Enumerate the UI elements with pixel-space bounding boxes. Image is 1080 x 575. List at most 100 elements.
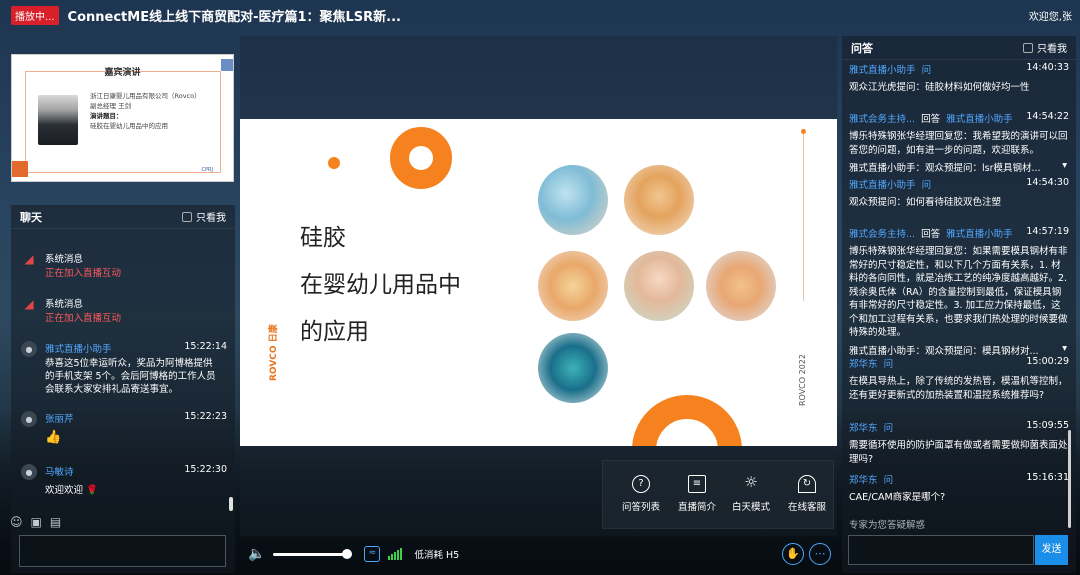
guest-speaker-card: 嘉宾演讲 浙江日康婴儿用品有限公司（Rovco） 副总经理 王剑 演讲题目： 硅… [11,54,234,182]
chat-bubble-icon: ● [21,464,37,480]
qa-text: 观众江光虎提问：硅胶材料如何做好均一性 [849,82,1030,93]
chat-header: 聊天 只看我 [11,205,235,229]
only-me-label: 只看我 [1037,44,1067,55]
qa-list-button[interactable]: ? 问答列表 [615,475,667,513]
volume-icon[interactable]: 🔈 [248,546,265,562]
chat-bubble-icon: ● [21,411,37,427]
qa-scrollbar[interactable] [1068,430,1071,528]
quality-label[interactable]: 低消耗 H5 [414,547,459,561]
speaker-company: 浙江日康婴儿用品有限公司（Rovco） [90,92,201,100]
volume-slider[interactable] [273,548,353,559]
slide-title-line: 硅胶 [300,225,346,251]
signal-icon [388,548,403,560]
welcome-user[interactable]: 欢迎您,张 [1029,8,1072,23]
message-text: 👍 [45,430,62,445]
chat-bubble-icon: ● [21,341,37,357]
day-mode-button[interactable]: ☼ 白天模式 [725,473,777,514]
chat-input[interactable] [19,535,226,567]
message-author[interactable]: 雅式直播小助手 [45,341,112,355]
message-author[interactable]: 张丽芹 [45,411,74,425]
tool-label: 问答列表 [621,502,660,513]
qa-quoted-question[interactable]: 雅式直播小助手：观众预提问：lsr模具钢材... [849,160,1069,174]
qa-item: 郑华东 问 15:09:55 需要循环使用的防护面罩有做或者需要做抑菌表面处理吗… [849,420,1069,466]
document-icon: ≡ [688,475,706,493]
speaker-icon: ◢ [24,252,34,266]
chat-toolbar: ☺ ▣ ▤ [10,515,61,529]
qa-header: 问答 只看我 [842,36,1076,60]
qa-item: 雅式直播小助手 问 14:40:33 观众江光虎提问：硅胶材料如何做好均一性 [849,62,1069,95]
product-image [624,251,694,321]
more-icon[interactable]: ⋯ [809,543,831,565]
presentation-slide: 硅胶 在婴幼儿用品中 的应用 ROVCO 日康 ROVCO 2022 [240,119,837,446]
decor-ring [632,395,742,446]
qa-text: 博乐特殊钢张华经理回复您：我希望我的演讲可以回答您的问题，如有进一步的问题，欢迎… [849,131,1068,156]
slide-title-line: 在婴幼儿用品中 [300,272,461,298]
message-text: 正在加入直播互动 [45,313,122,324]
decor-dot [328,157,340,169]
qa-text: 博乐特殊钢张华经理回复您：如果需要模具钢材有非常好的尺寸稳定性，和以下几个方面有… [849,246,1068,338]
qa-item: 雅式会务主持... 回答 雅式直播小助手 14:54:22 博乐特殊钢张华经理回… [849,111,1069,174]
message-author[interactable]: 马敏诗 [45,464,74,478]
qa-item: 雅式直播小助手 问 14:54:30 观众预提问：如何看待硅胶双色注塑 [849,177,1069,210]
raise-hand-icon[interactable]: ✋ [782,543,804,565]
only-me-label: 只看我 [196,213,226,224]
sun-icon: ☼ [744,473,758,491]
checkbox-icon[interactable] [1023,42,1033,53]
gift-icon[interactable]: ▤ [50,515,61,529]
checkbox-icon[interactable] [182,211,192,222]
message-text: 恭喜这5位幸运听众，奖品为阿博格提供的手机支架 5个。会后阿博格的工作人员会联系… [45,358,216,395]
qa-time: 14:57:19 [1026,226,1069,237]
slide-title: 硅胶 在婴幼儿用品中 的应用 [300,215,461,356]
chat-message: ◢ 系统消息 正在加入直播互动 [19,251,227,281]
qa-time: 15:00:29 [1026,356,1069,367]
qa-text: 需要循环使用的防护面罩有做或者需要做抑菌表面处理吗? [849,440,1068,465]
question-icon: ? [632,475,650,493]
decor-line [803,131,804,301]
quality-icon[interactable]: ≈ [364,546,381,562]
emoji-icon[interactable]: ☺ [10,515,23,529]
qa-time: 15:09:55 [1026,420,1069,431]
message-text: 欢迎欢迎 🌹 [45,485,98,496]
product-image [624,165,694,235]
chat-message: ◢ 系统消息 正在加入直播互动 [19,296,227,326]
qa-item: 雅式会务主持... 回答 雅式直播小助手 14:57:19 博乐特殊钢张华经理回… [849,226,1069,357]
customer-service-button[interactable]: ↻ 在线客服 [781,475,833,513]
qa-time: 14:54:22 [1026,111,1069,122]
qa-item: 郑华东 问 15:00:29 在模具导热上，除了传统的发热管，模温机等控制，还有… [849,356,1069,402]
chat-message: ● 马敏诗 15:22:30 欢迎欢迎 🌹 [19,464,227,504]
message-time: 15:22:14 [184,341,227,352]
qa-input-prompt: 专家为您答疑解惑 [849,520,926,531]
qa-time: 15:16:31 [1026,472,1069,483]
qa-time: 14:54:30 [1026,177,1069,188]
product-image [706,251,776,321]
chat-only-me-toggle[interactable]: 只看我 [182,209,226,224]
qa-input[interactable] [848,535,1034,565]
qa-time: 14:40:33 [1026,62,1069,73]
send-button[interactable]: 发送 [1035,535,1068,565]
speaker-info: 浙江日康婴儿用品有限公司（Rovco） 副总经理 王剑 演讲题目： 硅胶在婴幼儿… [90,91,201,131]
volume-knob[interactable] [342,548,353,559]
chat-scrollbar[interactable] [229,497,233,511]
tool-box: ? 问答列表 ≡ 直播简介 ☼ 白天模式 ↻ 在线客服 [602,460,834,529]
headset-icon: ↻ [798,475,816,493]
speaker-topic: 硅胶在婴幼儿用品中的应用 [90,122,168,130]
qa-only-me-toggle[interactable]: 只看我 [1023,40,1067,55]
live-badge: 播放中... [11,5,59,25]
message-text: 正在加入直播互动 [45,268,122,279]
slide-year: ROVCO 2022 [798,354,807,406]
decor-square [12,161,28,177]
qa-quoted-question[interactable]: 雅式直播小助手：观众预提问：模具钢材对... [849,343,1069,357]
chat-title: 聊天 [20,210,42,224]
tool-label: 白天模式 [731,502,770,513]
decor-ring [390,127,452,189]
top-bar: 播放中... ConnectME线上线下商贸配对-医疗篇1：聚焦LSR新... … [0,0,1080,30]
live-intro-button[interactable]: ≡ 直播简介 [671,475,723,513]
speaker-position: 副总经理 王剑 [90,102,132,110]
product-image [538,333,608,403]
product-image [538,165,608,235]
brand-logo: CPRJ [201,167,213,173]
page-title: ConnectME线上线下商贸配对-医疗篇1：聚焦LSR新... [67,9,401,25]
image-icon[interactable]: ▣ [31,515,42,529]
qa-text: CAE/CAM商家是哪个? [849,492,946,503]
message-time: 15:22:30 [184,464,227,475]
